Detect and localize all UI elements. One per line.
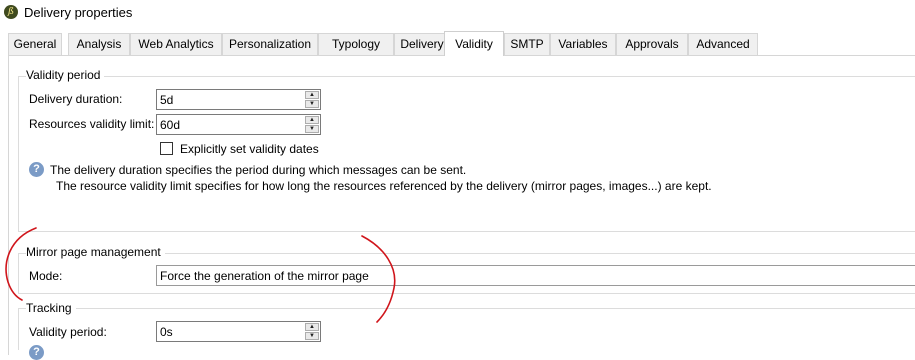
tab-web-analytics[interactable]: Web Analytics [130, 33, 222, 55]
window-title: Delivery properties [24, 5, 133, 20]
spin-down-icon[interactable]: ▼ [305, 125, 319, 133]
mirror-mode-select[interactable]: Force the generation of the mirror page [156, 265, 915, 286]
tracking-group-left-border [18, 308, 19, 350]
tab-personalization[interactable]: Personalization [222, 33, 318, 55]
spin-up-icon[interactable]: ▲ [305, 116, 319, 124]
tracking-validity-value: 0s [160, 325, 173, 339]
tracking-group-label: Tracking [26, 301, 76, 315]
info-icon: ? [29, 162, 44, 177]
tab-delivery[interactable]: Delivery [394, 33, 450, 55]
tab-smtp[interactable]: SMTP [504, 33, 550, 55]
tab-advanced[interactable]: Advanced [688, 33, 758, 55]
tab-validity[interactable]: Validity [444, 31, 504, 56]
spin-up-icon[interactable]: ▲ [305, 323, 319, 331]
mirror-mode-value: Force the generation of the mirror page [160, 269, 369, 283]
mirror-page-group-label: Mirror page management [26, 245, 165, 259]
mirror-group-left-border [18, 253, 19, 293]
spin-down-icon[interactable]: ▼ [305, 100, 319, 108]
tracking-group-border [18, 308, 915, 309]
resources-validity-label: Resources validity limit: [29, 117, 155, 131]
validity-period-group-label: Validity period [26, 68, 105, 82]
info-text-line1: The delivery duration specifies the peri… [50, 163, 467, 177]
resources-validity-field[interactable]: 60d ▲ ▼ [156, 114, 321, 135]
tab-approvals[interactable]: Approvals [616, 33, 688, 55]
validity-group-left-border [18, 76, 19, 231]
explicit-dates-checkbox[interactable] [160, 142, 173, 155]
tracking-validity-label: Validity period: [29, 325, 107, 339]
mirror-group-bottom-border [18, 293, 915, 294]
tracking-validity-field[interactable]: 0s ▲ ▼ [156, 321, 321, 342]
app-logo-icon: ß [4, 5, 18, 19]
tracking-info-icon: ? [29, 345, 44, 360]
delivery-duration-label: Delivery duration: [29, 92, 123, 106]
validity-panel [8, 55, 915, 355]
delivery-duration-value: 5d [160, 93, 174, 107]
tab-general[interactable]: General [8, 33, 62, 55]
mirror-mode-label: Mode: [29, 269, 63, 283]
info-text-line2: The resource validity limit specifies fo… [56, 179, 712, 193]
explicit-dates-label[interactable]: Explicitly set validity dates [180, 142, 319, 156]
tab-typology[interactable]: Typology [318, 33, 394, 55]
validity-group-border [18, 76, 915, 77]
title-bar: ß Delivery properties [0, 0, 915, 26]
tab-analysis[interactable]: Analysis [68, 33, 130, 55]
delivery-duration-field[interactable]: 5d ▲ ▼ [156, 89, 321, 110]
spin-down-icon[interactable]: ▼ [305, 332, 319, 340]
resources-validity-value: 60d [160, 118, 181, 132]
spin-up-icon[interactable]: ▲ [305, 91, 319, 99]
mirror-group-top-border [18, 231, 915, 232]
tab-variables[interactable]: Variables [550, 33, 616, 55]
